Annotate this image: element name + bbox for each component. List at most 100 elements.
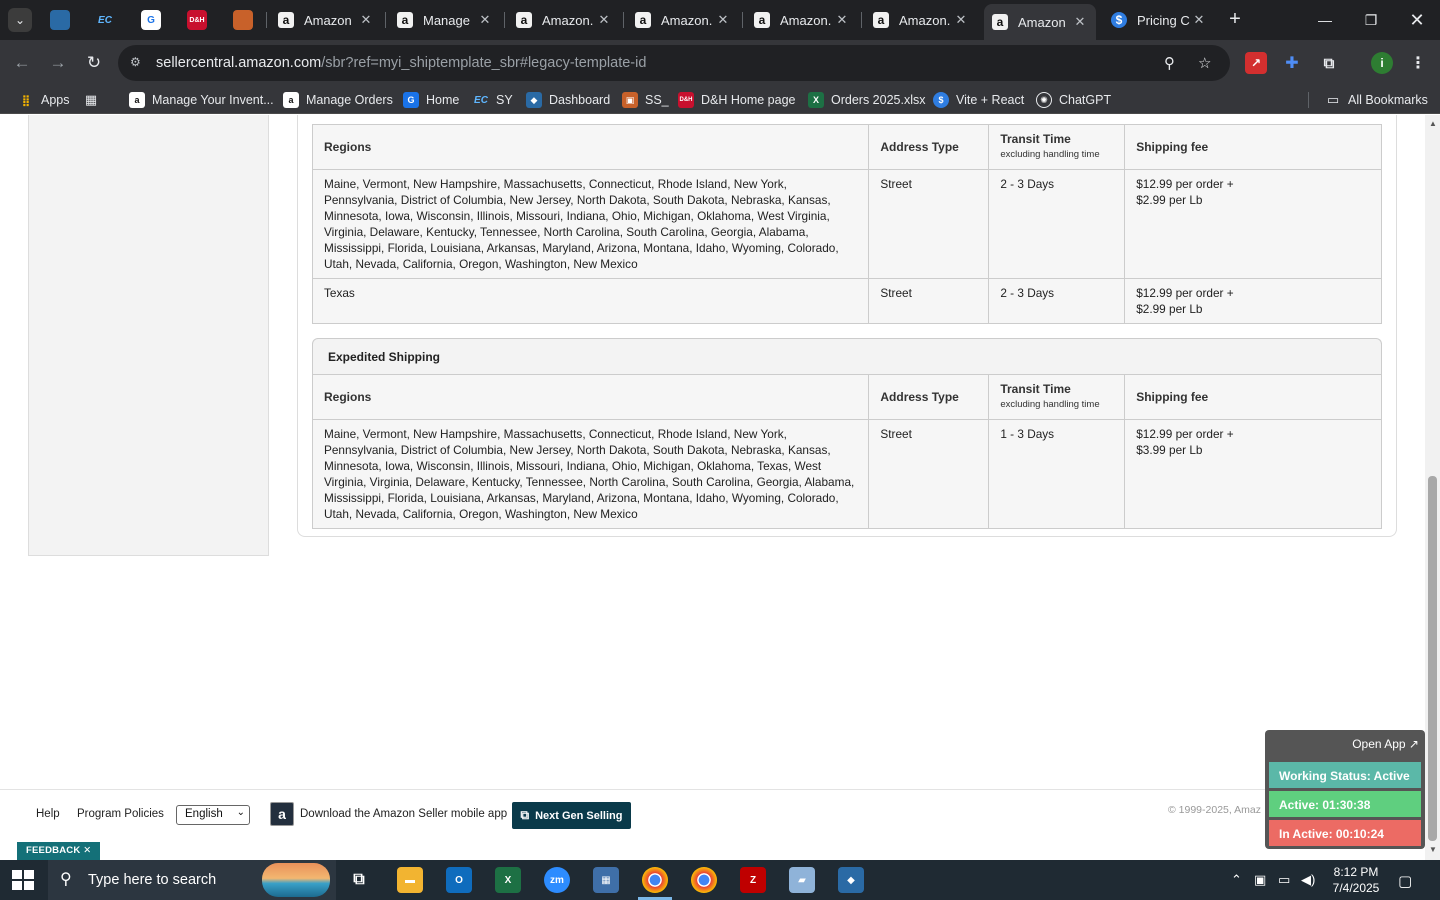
profile-avatar[interactable]: i <box>1371 52 1393 74</box>
back-icon[interactable]: ← <box>11 52 33 74</box>
extension-plus-icon[interactable]: ✚ <box>1281 52 1303 74</box>
browser-tab[interactable]: a Amazon. ✕ <box>508 6 620 34</box>
feedback-button[interactable]: FEEDBACK ✕ <box>17 842 101 860</box>
table-row: Maine, Vermont, New Hampshire, Massachus… <box>311 419 1382 529</box>
close-tab-icon[interactable]: ✕ <box>834 12 850 28</box>
notifications-icon[interactable]: ▢ <box>1398 872 1412 890</box>
page-content: Regions Address Type Transit Time exclud… <box>0 115 1425 860</box>
bookmark-dh-home[interactable]: D&H D&H Home page <box>678 91 796 109</box>
close-tab-icon[interactable]: ✕ <box>1191 12 1207 28</box>
bookmark-manage-orders[interactable]: a Manage Orders <box>283 91 393 109</box>
scrollbar-thumb[interactable] <box>1428 476 1437 841</box>
forward-icon[interactable]: → <box>47 52 69 74</box>
shipping-fee-cell: $12.99 per order + $3.99 per Lb <box>1124 419 1382 529</box>
restore-icon[interactable]: ❐ <box>1348 6 1394 34</box>
browser-tab[interactable]: a Amazon. ✕ <box>746 6 858 34</box>
pinned-tab-dh[interactable]: D&H <box>187 10 207 30</box>
extension-arrow-icon[interactable]: ↗ <box>1245 52 1267 74</box>
tab-title: Manage <box>423 12 470 28</box>
working-status-widget: Open App ↗ Working Status: Active Active… <box>1265 730 1425 849</box>
left-sidebar-panel <box>28 115 269 556</box>
close-tab-icon[interactable]: ✕ <box>1072 14 1088 30</box>
bookmark-orders-xlsx[interactable]: X Orders 2025.xlsx <box>808 91 925 109</box>
tab-title: Amazon. <box>899 12 951 28</box>
help-link[interactable]: Help <box>36 808 60 820</box>
windows-start-icon[interactable] <box>12 870 34 890</box>
tab-search-menu-icon[interactable]: ⌄ <box>8 8 32 32</box>
working-status-bar: Working Status: Active <box>1269 762 1421 788</box>
bookmark-vite-react[interactable]: $ Vite + React <box>933 91 1024 109</box>
expedited-shipping-header: Expedited Shipping <box>312 338 1382 374</box>
address-bar[interactable]: ⚙ sellercentral.amazon.com/sbr?ref=myi_s… <box>118 45 1230 81</box>
folder-icon: ▭ <box>1326 92 1340 107</box>
bookmark-apps[interactable]: ⣿ Apps <box>18 91 70 109</box>
calculator-icon[interactable]: ▦ <box>593 867 619 893</box>
reload-icon[interactable]: ↻ <box>83 52 105 74</box>
all-bookmarks[interactable]: ▭ All Bookmarks <box>1325 91 1428 109</box>
zoom-icon[interactable]: zm <box>544 867 570 893</box>
blue-diamond-icon[interactable]: ◆ <box>838 867 864 893</box>
pinned-tab-google[interactable]: G <box>141 10 161 30</box>
zoom-icon[interactable]: ⚲ <box>1164 54 1175 72</box>
bookmark-manage-inventory[interactable]: a Manage Your Invent... <box>129 91 274 109</box>
file-explorer-icon[interactable]: ▬ <box>397 867 423 893</box>
volume-icon[interactable]: ◀) <box>1301 872 1315 888</box>
new-tab-button[interactable]: + <box>1224 8 1246 30</box>
pinned-tab-blue-diamond[interactable] <box>50 10 70 30</box>
close-tab-icon[interactable]: ✕ <box>358 12 374 28</box>
close-tab-icon[interactable]: ✕ <box>596 12 612 28</box>
minimize-icon[interactable]: — <box>1302 6 1348 34</box>
page-footer: Help Program Policies English ⌄ a Downlo… <box>0 789 1425 860</box>
bookmark-home[interactable]: G Home <box>403 91 459 109</box>
bookmark-chatgpt[interactable]: ✺ ChatGPT <box>1036 91 1111 109</box>
download-app-link[interactable]: a Download the Amazon Seller mobile app <box>270 802 507 826</box>
bookmark-dashboard[interactable]: ◆ Dashboard <box>526 91 610 109</box>
bookmark-tab-groups[interactable]: ▦ <box>83 91 99 109</box>
browser-tab[interactable]: a Amazon ✕ <box>270 6 382 34</box>
bookmark-ss[interactable]: ▣ SS_ <box>622 91 669 109</box>
browser-tab[interactable]: $ Pricing C ✕ <box>1103 6 1215 34</box>
regions-cell: Texas <box>311 278 870 324</box>
excel-icon[interactable]: X <box>495 867 521 893</box>
network-alert-icon[interactable]: ▣ <box>1254 872 1266 888</box>
extensions-puzzle-icon[interactable]: ⧉ <box>1318 52 1340 74</box>
close-window-icon[interactable]: ✕ <box>1394 6 1440 34</box>
outlook-icon[interactable]: O <box>446 867 472 893</box>
tab-title: Amazon. <box>661 12 713 28</box>
open-app-link[interactable]: Open App ↗ <box>1352 737 1419 751</box>
tab-title: Amazon <box>1018 14 1066 30</box>
pinned-tab-box[interactable] <box>233 10 253 30</box>
chrome-icon[interactable] <box>642 867 668 893</box>
scroll-up-arrow-icon[interactable]: ▲ <box>1429 119 1437 128</box>
network-icon[interactable]: ▭ <box>1278 872 1290 888</box>
chevron-down-icon: ⌄ <box>236 807 245 818</box>
browser-tab[interactable]: a Amazon. ✕ <box>865 6 977 34</box>
site-info-icon[interactable]: ⚙ <box>130 54 146 70</box>
browser-tab[interactable]: a Amazon. ✕ <box>627 6 739 34</box>
task-view-icon[interactable]: ⧉ <box>346 867 372 893</box>
taskbar-search[interactable]: ⚲ Type here to search <box>48 860 336 900</box>
next-gen-selling-button[interactable]: ⧉ Next Gen Selling <box>512 802 631 829</box>
bookmark-star-icon[interactable]: ☆ <box>1198 54 1211 72</box>
close-tab-icon[interactable]: ✕ <box>953 12 969 28</box>
close-tab-icon[interactable]: ✕ <box>477 12 493 28</box>
filezilla-icon[interactable]: Z <box>740 867 766 893</box>
chrome-profile-icon[interactable] <box>691 867 717 893</box>
windows-taskbar: ⚲ Type here to search ⧉ ▬ O X zm ▦ Z ▰ ◆… <box>0 860 1440 900</box>
regions-cell: Maine, Vermont, New Hampshire, Massachus… <box>311 419 870 529</box>
bookmark-sy[interactable]: EC SY <box>473 91 513 109</box>
pinned-tab-ec[interactable]: EC <box>95 10 115 30</box>
program-policies-link[interactable]: Program Policies <box>77 808 164 820</box>
close-tab-icon[interactable]: ✕ <box>715 12 731 28</box>
transit-time-cell: 2 - 3 Days <box>988 169 1126 279</box>
language-select[interactable]: English ⌄ <box>176 805 250 825</box>
show-hidden-icons-chevron-icon[interactable]: ⌃ <box>1231 872 1242 888</box>
notes-icon[interactable]: ▰ <box>789 867 815 893</box>
browser-menu-icon[interactable]: ⋮ <box>1407 52 1429 74</box>
tab-title: Amazon. <box>542 12 594 28</box>
browser-tab-active[interactable]: a Amazon ✕ <box>984 4 1096 40</box>
bookmarks-bar: ⣿ Apps ▦ a Manage Your Invent... a Manag… <box>0 86 1440 114</box>
browser-tab[interactable]: a Manage ✕ <box>389 6 501 34</box>
taskbar-clock[interactable]: 8:12 PM 7/4/2025 <box>1326 864 1386 896</box>
scroll-down-arrow-icon[interactable]: ▼ <box>1429 845 1437 854</box>
